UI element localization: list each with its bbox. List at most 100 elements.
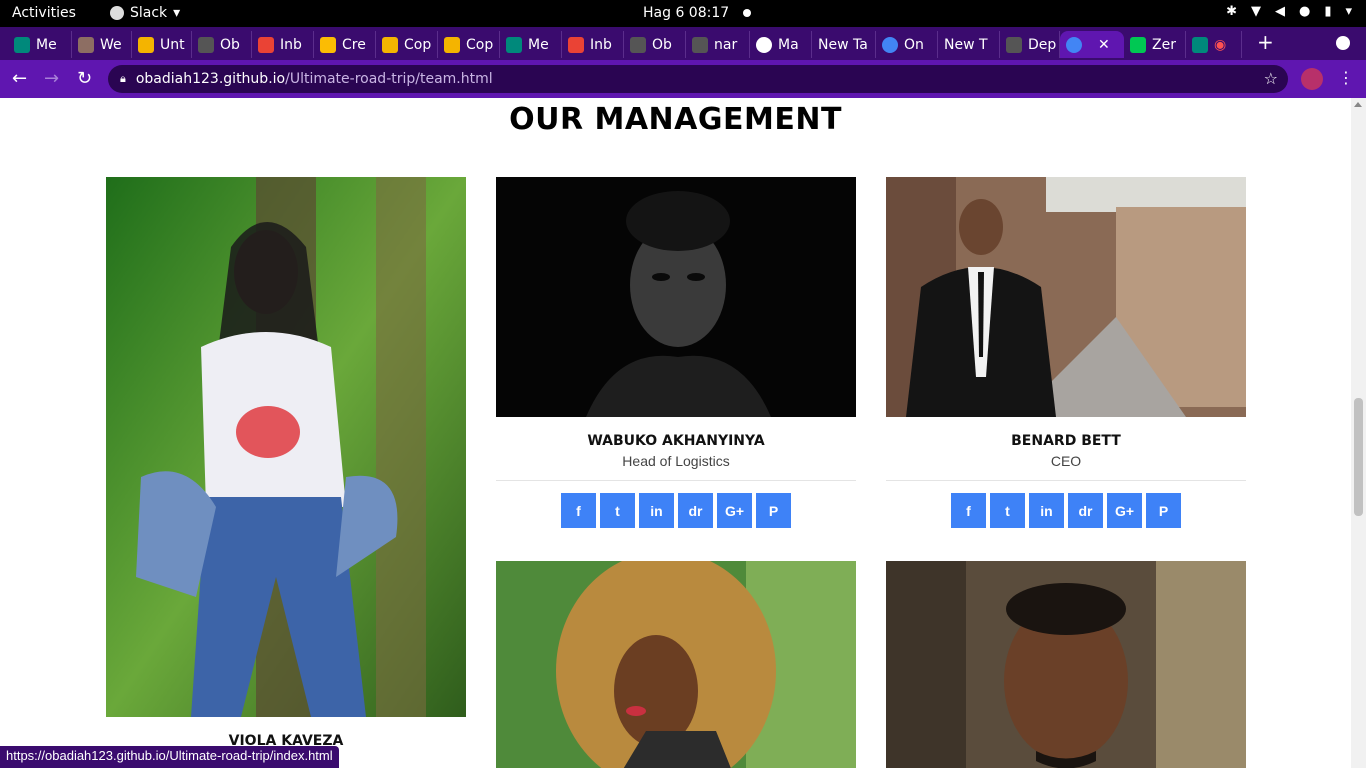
dribbble-icon[interactable]: dr bbox=[1068, 493, 1103, 528]
tab[interactable]: Cop bbox=[376, 31, 438, 58]
system-tray[interactable]: ✱ ▼ ◀ ● ▮ ▾ bbox=[1226, 4, 1352, 19]
tab[interactable]: Cop bbox=[438, 31, 500, 58]
twitter-icon[interactable]: t bbox=[990, 493, 1025, 528]
toolbar: ← → ↻ 🔒︎ obadiah123.github.io/Ultimate-r… bbox=[0, 60, 1366, 98]
tab[interactable]: Zer bbox=[1124, 31, 1186, 58]
social-links: f t in dr G+ P bbox=[886, 493, 1246, 528]
browser-menu-button[interactable]: ⋮ bbox=[1338, 68, 1354, 87]
gmail-icon bbox=[258, 36, 274, 53]
app-menu[interactable]: Slack ▾ bbox=[110, 5, 180, 21]
system-top-bar: Activities Slack ▾ Hag 6 08:17 ✱ ▼ ◀ ● ▮… bbox=[0, 0, 1366, 27]
tab[interactable]: New Ta bbox=[812, 31, 876, 58]
scroll-up-arrow-icon[interactable] bbox=[1354, 102, 1362, 107]
tab-strip: Me We Unt Ob Inb Cre Cop Cop Me Inb Ob n… bbox=[0, 27, 1366, 60]
tab[interactable]: Ob bbox=[624, 31, 686, 58]
pinterest-icon[interactable]: P bbox=[756, 493, 791, 528]
tab[interactable]: Dep bbox=[1000, 31, 1060, 58]
globe-icon bbox=[756, 36, 772, 53]
facebook-icon[interactable]: f bbox=[561, 493, 596, 528]
new-tab-button[interactable]: + bbox=[1257, 30, 1274, 54]
member-role: CEO bbox=[1050, 453, 1082, 469]
team-card: VIOLA KAVEZA bbox=[106, 177, 466, 749]
github-icon bbox=[1006, 36, 1022, 53]
github-icon bbox=[630, 36, 646, 53]
tab-search-button[interactable] bbox=[1336, 36, 1350, 50]
tab[interactable]: ◉ bbox=[1186, 31, 1242, 58]
page-scrollbar[interactable] bbox=[1351, 98, 1366, 768]
zero-icon bbox=[1130, 36, 1146, 53]
meet-icon bbox=[506, 36, 522, 53]
tab[interactable]: Unt bbox=[132, 31, 192, 58]
tab[interactable]: Cre bbox=[314, 31, 376, 58]
pinterest-icon[interactable]: P bbox=[1146, 493, 1181, 528]
tab[interactable]: Inb bbox=[252, 31, 314, 58]
section-heading: OUR MANAGEMENT bbox=[509, 102, 842, 137]
linkedin-icon[interactable]: in bbox=[1029, 493, 1064, 528]
tab[interactable]: We bbox=[72, 31, 132, 58]
linkedin-icon[interactable]: in bbox=[639, 493, 674, 528]
forward-button[interactable]: → bbox=[44, 68, 59, 89]
social-links: f t in dr G+ P bbox=[496, 493, 856, 528]
google-plus-icon[interactable]: G+ bbox=[1107, 493, 1142, 528]
tab[interactable]: Me bbox=[8, 31, 72, 58]
page-content: OUR MANAGEMENT VIOLA KAVEZA WABUKO AKHAN… bbox=[0, 98, 1351, 768]
divider bbox=[496, 480, 856, 481]
forms-icon bbox=[320, 36, 336, 53]
divider bbox=[886, 480, 1246, 481]
twitter-icon[interactable]: t bbox=[600, 493, 635, 528]
url-path: /Ultimate-road-trip/team.html bbox=[285, 71, 493, 87]
meet-icon bbox=[14, 36, 30, 53]
member-name: WABUKO AKHANYINYA bbox=[587, 433, 765, 449]
microphone-icon: ● bbox=[1298, 4, 1311, 19]
slides-icon bbox=[444, 36, 460, 53]
team-card bbox=[496, 561, 856, 768]
volume-icon: ◀ bbox=[1274, 4, 1285, 19]
slack-tray-icon: ✱ bbox=[1226, 4, 1237, 19]
member-photo bbox=[496, 561, 856, 768]
chevron-down-icon: ▾ bbox=[173, 5, 181, 21]
member-role: Head of Logistics bbox=[622, 453, 730, 469]
tab[interactable]: On bbox=[876, 31, 938, 58]
tab[interactable]: Me bbox=[500, 31, 562, 58]
scrollbar-thumb[interactable] bbox=[1354, 398, 1363, 516]
slack-icon bbox=[110, 6, 124, 20]
tab[interactable]: Ma bbox=[750, 31, 812, 58]
google-plus-icon[interactable]: G+ bbox=[717, 493, 752, 528]
member-photo bbox=[886, 561, 1246, 768]
tab[interactable]: nar bbox=[686, 31, 750, 58]
clock-text: Hag 6 08:17 bbox=[643, 5, 730, 21]
system-menu-chevron-icon: ▾ bbox=[1345, 4, 1352, 19]
profile-avatar[interactable] bbox=[1301, 68, 1323, 90]
tab[interactable]: Inb bbox=[562, 31, 624, 58]
back-button[interactable]: ← bbox=[12, 68, 27, 89]
team-card: BENARD BETT CEO f t in dr G+ P bbox=[886, 177, 1246, 528]
omnibox[interactable]: 🔒︎ obadiah123.github.io/Ultimate-road-tr… bbox=[108, 65, 1288, 93]
clock[interactable]: Hag 6 08:17 bbox=[643, 5, 752, 21]
battery-icon: ▮ bbox=[1324, 4, 1332, 19]
reload-button[interactable]: ↻ bbox=[77, 68, 92, 89]
site-icon bbox=[882, 36, 898, 53]
activities-button[interactable]: Activities bbox=[12, 5, 76, 21]
facebook-icon[interactable]: f bbox=[951, 493, 986, 528]
site-icon bbox=[78, 36, 94, 53]
gmail-icon bbox=[568, 36, 584, 53]
github-icon bbox=[198, 36, 214, 53]
tab[interactable]: Ob bbox=[192, 31, 252, 58]
site-icon bbox=[1066, 36, 1082, 53]
tab-active[interactable]: ✕ bbox=[1060, 31, 1124, 58]
recording-icon: ◉ bbox=[1214, 36, 1227, 53]
member-photo bbox=[886, 177, 1246, 417]
close-tab-icon[interactable]: ✕ bbox=[1098, 37, 1110, 53]
slides-icon bbox=[382, 36, 398, 53]
meet-icon bbox=[1192, 36, 1208, 53]
lock-icon[interactable]: 🔒︎ bbox=[120, 72, 126, 86]
bookmark-star-icon[interactable]: ☆ bbox=[1264, 69, 1278, 88]
dribbble-icon[interactable]: dr bbox=[678, 493, 713, 528]
member-photo bbox=[496, 177, 856, 417]
member-name: BENARD BETT bbox=[1011, 433, 1121, 449]
wifi-icon: ▼ bbox=[1250, 4, 1261, 19]
link-status-bubble: https://obadiah123.github.io/Ultimate-ro… bbox=[0, 746, 339, 768]
github-icon bbox=[692, 36, 708, 53]
url-host: obadiah123.github.io bbox=[135, 71, 286, 87]
tab[interactable]: New T bbox=[938, 31, 1000, 58]
